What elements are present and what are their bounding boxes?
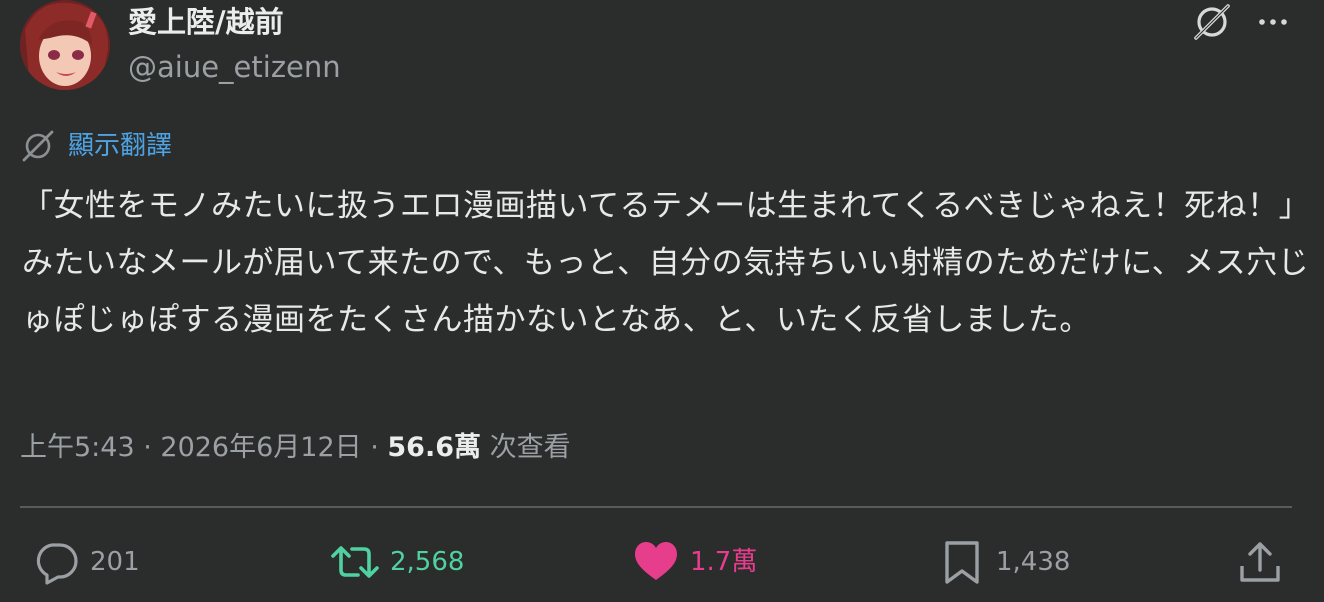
tweet-text: 「女性をモノみたいに扱うエロ漫画描いてるテメーは生まれてくるべきじゃねえ！死ね！…: [22, 188, 1311, 338]
share-icon: [1240, 542, 1280, 582]
divider: [20, 506, 1292, 508]
reply-count: 201: [90, 547, 140, 577]
grok-button[interactable]: [1190, 2, 1234, 42]
display-name[interactable]: 愛上陸/越前: [128, 3, 284, 41]
show-translation-button[interactable]: 顯示翻譯: [20, 128, 172, 164]
avatar[interactable]: [20, 0, 110, 90]
more-icon: [1259, 19, 1287, 25]
avatar-image: [20, 0, 110, 90]
retweet-icon: [331, 546, 379, 578]
bookmark-button[interactable]: 1,438: [938, 536, 1070, 588]
tweet-meta: 上午5:43 · 2026年6月12日 · 56.6萬 次查看: [20, 428, 571, 468]
more-button[interactable]: [1252, 2, 1296, 42]
views-count[interactable]: 56.6萬: [387, 432, 481, 463]
meta-separator: ·: [134, 432, 161, 463]
reply-icon: [36, 543, 78, 585]
grok-icon: [1194, 4, 1230, 40]
like-count: 1.7萬: [690, 547, 758, 577]
retweet-button[interactable]: 2,568: [330, 536, 464, 588]
reply-button[interactable]: 201: [32, 536, 140, 588]
tweet-date[interactable]: 2026年6月12日: [160, 432, 361, 463]
bookmark-count: 1,438: [996, 547, 1071, 577]
tweet-time[interactable]: 上午5:43: [20, 432, 135, 463]
meta-separator: ·: [361, 432, 388, 463]
bookmark-icon: [945, 541, 979, 584]
heart-icon: [635, 542, 677, 580]
retweet-count: 2,568: [390, 547, 465, 577]
share-button[interactable]: [1236, 536, 1284, 588]
show-translation-label: 顯示翻譯: [68, 131, 173, 161]
views-label: 次查看: [489, 432, 571, 463]
tweet-detail: 愛上陸/越前 @aiue_etizenn 顯示翻譯 「女性をモノみたいに扱うエロ…: [0, 0, 1324, 602]
translate-icon: [22, 130, 54, 162]
like-button[interactable]: 1.7萬: [632, 536, 757, 588]
user-handle[interactable]: @aiue_etizenn: [128, 48, 341, 86]
